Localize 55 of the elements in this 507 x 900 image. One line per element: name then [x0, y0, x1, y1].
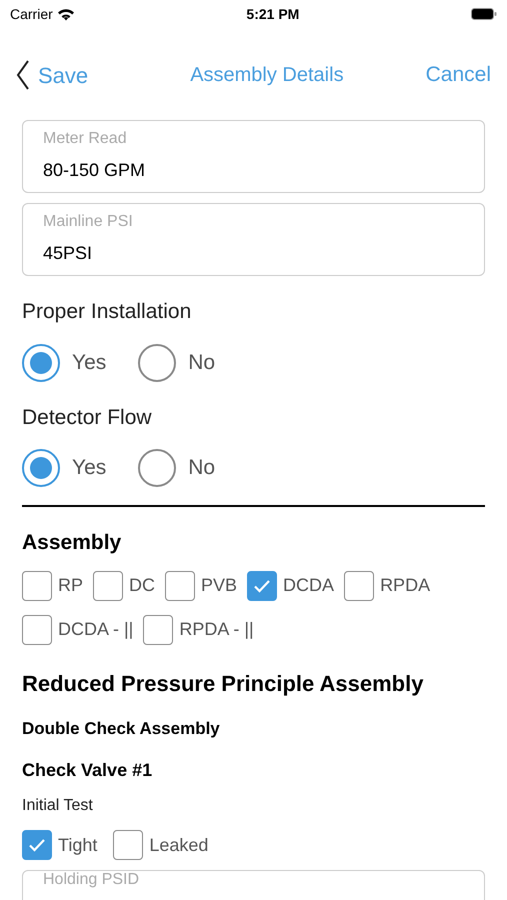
checkbox[interactable] [143, 614, 174, 644]
checkbox-label: RP [58, 574, 84, 597]
radio-button[interactable] [22, 344, 60, 382]
battery-icon [470, 8, 497, 20]
checkbox[interactable] [22, 570, 52, 600]
checkbox[interactable] [344, 570, 374, 600]
checkbox[interactable] [165, 570, 196, 600]
checkbox-label: RPDA - || [179, 618, 254, 641]
screen-title: Assembly Details [190, 63, 344, 88]
assembly-checkbox-option[interactable]: RP [22, 570, 84, 600]
text-field[interactable]: Mainline PSI 45PSI [22, 203, 485, 276]
assembly-checkbox-option[interactable]: DC [93, 570, 156, 600]
checkbox[interactable] [22, 830, 52, 860]
subsection-heading: Double Check Assembly [22, 718, 221, 740]
assembly-checkbox-option[interactable]: RPDA [344, 570, 430, 600]
field-label: Mainline PSI [43, 212, 134, 232]
section-heading: Assembly [22, 530, 122, 556]
checkbox-label: DC [129, 574, 156, 597]
carrier-name: Carrier [10, 4, 53, 24]
text-field[interactable]: Meter Read 80-150 GPM [22, 120, 485, 193]
question-label: Proper Installation [22, 299, 192, 325]
subsection-heading: Check Valve #1 [22, 759, 154, 782]
assembly-checkbox-option[interactable]: DCDA - || [22, 614, 134, 644]
checkbox-label: PVB [201, 574, 238, 597]
radio-button[interactable] [22, 449, 60, 487]
question-label: Detector Flow [22, 404, 153, 430]
checkbox-label: DCDA [283, 574, 334, 597]
wifi-icon [56, 8, 75, 20]
checkbox[interactable] [113, 830, 144, 860]
assembly-checkbox-option[interactable]: RPDA - || [143, 614, 254, 644]
radio-label: No [188, 350, 216, 376]
checkbox-label: Leaked [149, 834, 208, 856]
radio-label: Yes [72, 455, 106, 482]
field-label: Holding PSID [43, 871, 140, 888]
assembly-checkbox-option[interactable]: DCDA [247, 570, 334, 600]
assembly-checkbox-option[interactable]: Tight [22, 830, 98, 860]
radio-label: Yes [72, 350, 106, 376]
test-label: Initial Test [22, 796, 94, 816]
radio-label: No [188, 455, 216, 482]
assembly-checkbox-option[interactable]: Leaked [113, 830, 208, 860]
status-time: 5:21 PM [246, 4, 300, 24]
checkbox[interactable] [247, 570, 278, 600]
checkbox-label: RPDA [380, 574, 430, 597]
checkbox-label: Tight [58, 834, 98, 857]
checkbox[interactable] [22, 614, 52, 644]
section-heading: Reduced Pressure Principle Assembly [22, 670, 424, 698]
checkbox[interactable] [93, 570, 124, 600]
radio-button[interactable] [138, 449, 176, 487]
radio-button[interactable] [138, 344, 176, 382]
field-label: Meter Read [43, 129, 128, 149]
field-value: 45PSI [43, 242, 94, 265]
chevron-left-icon [16, 59, 30, 91]
checkbox-label: DCDA - || [58, 618, 134, 641]
field-value: 80-150 GPM [43, 159, 146, 182]
assembly-checkbox-option[interactable]: PVB [165, 570, 238, 600]
